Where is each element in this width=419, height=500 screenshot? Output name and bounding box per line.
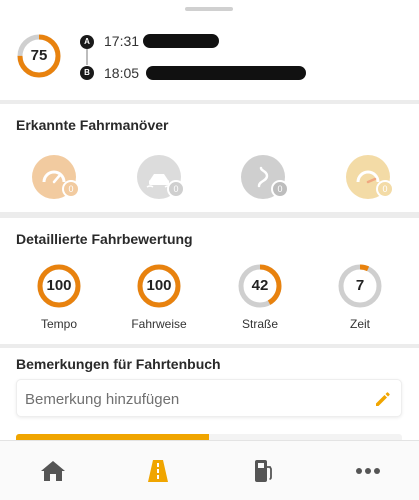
rating-value: 42	[251, 277, 269, 294]
trip-detail-sheet: 75 A B 17:31 18:05 Erkannte Fahrmanöver …	[0, 0, 419, 440]
detailed-rating-card: Detaillierte Fahrbewertung 100 Tempo 100…	[0, 218, 419, 344]
rating-label-road: Straße	[241, 317, 278, 331]
maneuver-braking[interactable]: 0	[346, 155, 394, 199]
fuel-pump-icon	[255, 460, 272, 482]
logbook-remarks-card: Bemerkungen für Fahrtenbuch Bemerkung hi…	[0, 348, 419, 440]
rating-gauge-time[interactable]: 7	[337, 263, 383, 309]
maneuver-skid[interactable]: 0	[137, 155, 185, 199]
nav-more[interactable]	[315, 441, 419, 500]
start-address-redacted	[143, 34, 219, 48]
maneuver-count: 0	[271, 180, 289, 198]
pencil-icon[interactable]	[373, 389, 393, 409]
home-icon	[41, 461, 65, 481]
rating-label-tempo: Tempo	[40, 317, 78, 331]
rating-title: Detaillierte Fahrbewertung	[16, 231, 193, 247]
start-time: 17:31	[104, 33, 140, 49]
end-marker: B	[80, 66, 94, 80]
road-icon	[148, 460, 168, 482]
rating-gauge-road[interactable]: 42	[237, 263, 283, 309]
rating-value: 100	[46, 277, 72, 294]
end-address-redacted	[146, 66, 306, 80]
drag-handle[interactable]	[185, 7, 233, 11]
nav-trips[interactable]	[105, 441, 209, 500]
remarks-title: Bemerkungen für Fahrtenbuch	[16, 356, 221, 372]
maneuver-count: 0	[376, 180, 394, 198]
remark-placeholder: Bemerkung hinzufügen	[25, 391, 180, 408]
rating-value: 7	[355, 277, 365, 294]
maneuver-count: 0	[62, 180, 80, 198]
maneuver-curve[interactable]: 0	[241, 155, 289, 199]
trip-score-value: 75	[30, 47, 48, 64]
detected-maneuvers-card: Erkannte Fahrmanöver 0 0 0 0	[0, 104, 419, 212]
nav-fuel[interactable]	[210, 441, 314, 500]
nav-home[interactable]	[0, 441, 104, 500]
rating-label-time: Zeit	[349, 317, 370, 331]
maneuvers-title: Erkannte Fahrmanöver	[16, 117, 169, 133]
rating-value: 100	[146, 277, 172, 294]
remark-input[interactable]: Bemerkung hinzufügen	[16, 379, 402, 417]
trip-score-ring: 75	[16, 33, 62, 79]
route-connector	[86, 49, 88, 65]
rating-gauge-driving-style[interactable]: 100	[136, 263, 182, 309]
bottom-navigation	[0, 440, 419, 500]
maneuver-count: 0	[167, 180, 185, 198]
trip-summary-card[interactable]: 75 A B 17:31 18:05	[0, 0, 419, 100]
maneuver-speeding[interactable]: 0	[32, 155, 80, 199]
end-time: 18:05	[104, 65, 140, 81]
rating-label-driving-style: Fahrweise	[131, 317, 187, 331]
rating-gauge-tempo[interactable]: 100	[36, 263, 82, 309]
start-marker: A	[80, 35, 94, 49]
more-dots-icon	[356, 468, 380, 474]
